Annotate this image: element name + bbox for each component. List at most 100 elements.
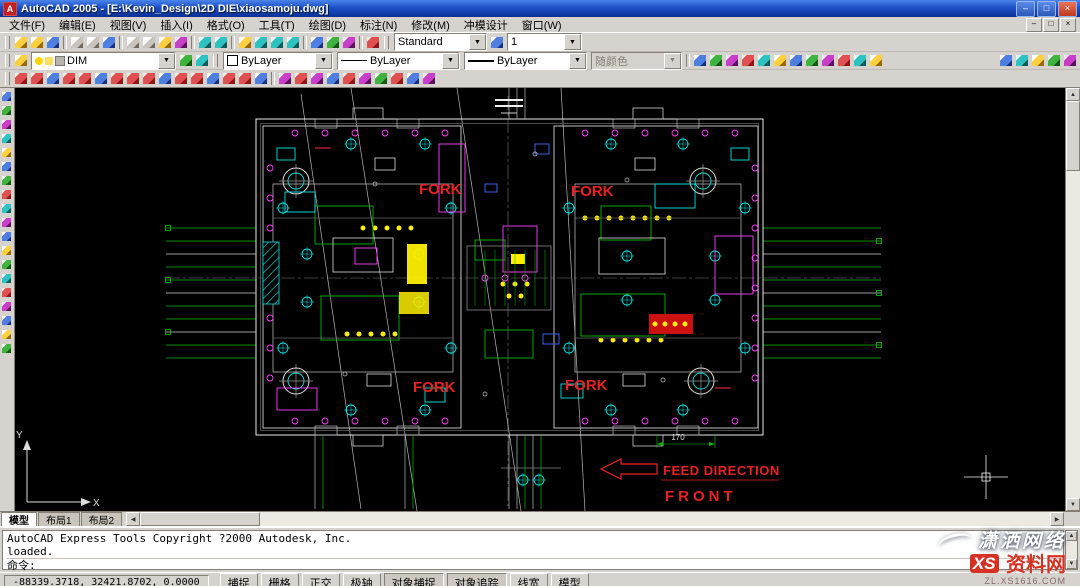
center-mark-icon[interactable] <box>189 71 205 86</box>
die-design-icon[interactable] <box>421 71 437 86</box>
toolbar-icon[interactable] <box>692 53 708 68</box>
die-design-icon[interactable] <box>293 71 309 86</box>
open-icon[interactable] <box>29 35 45 50</box>
die-design-icon[interactable] <box>309 71 325 86</box>
menu-format[interactable]: 格式(O) <box>200 17 252 33</box>
table-icon[interactable] <box>0 314 13 327</box>
zoom-realtime-icon[interactable] <box>253 35 269 50</box>
toolbar-icon[interactable] <box>756 53 772 68</box>
scroll-down-icon[interactable]: ▼ <box>1066 498 1080 511</box>
cut-icon[interactable] <box>125 35 141 50</box>
ellipse-arc-icon[interactable] <box>0 230 13 243</box>
dimension-update-icon[interactable] <box>237 71 253 86</box>
publish-icon[interactable] <box>101 35 117 50</box>
toolbar-grip[interactable] <box>5 54 10 67</box>
die-design-icon[interactable] <box>277 71 293 86</box>
spline-icon[interactable] <box>0 202 13 215</box>
help-icon[interactable] <box>365 35 381 50</box>
viewport-scale-combo[interactable]: 1 ▼ <box>507 33 582 51</box>
toolbar-icon[interactable] <box>788 53 804 68</box>
insert-block-icon[interactable] <box>0 244 13 257</box>
radius-dimension-icon[interactable] <box>61 71 77 86</box>
scroll-up-icon[interactable]: ▲ <box>1066 88 1080 101</box>
horizontal-scroll-thumb[interactable] <box>140 512 260 526</box>
text-style-combo[interactable]: Standard ▼ <box>394 33 487 51</box>
command-prompt[interactable]: 命令: <box>7 558 1059 572</box>
tab-layout2[interactable]: 布局2 <box>81 512 123 526</box>
die-design-icon[interactable] <box>373 71 389 86</box>
toolbar-icon[interactable] <box>772 53 788 68</box>
new-icon[interactable] <box>13 35 29 50</box>
hatch-icon[interactable] <box>0 286 13 299</box>
model-space-toggle[interactable]: 模型 <box>551 573 589 586</box>
match-properties-icon[interactable] <box>173 35 189 50</box>
die-design-icon[interactable] <box>389 71 405 86</box>
copy-icon[interactable] <box>141 35 157 50</box>
drawing-area[interactable]: 170 FORK FORK FORK FORK FEED DIRECTION F… <box>15 88 1065 511</box>
polyline-icon[interactable] <box>0 118 13 131</box>
toolbar-icon[interactable] <box>1046 53 1062 68</box>
die-design-icon[interactable] <box>325 71 341 86</box>
linear-dimension-icon[interactable] <box>13 71 29 86</box>
chevron-down-icon[interactable]: ▼ <box>315 53 332 69</box>
tool-palettes-icon[interactable] <box>341 35 357 50</box>
toolbar-icon[interactable] <box>1014 53 1030 68</box>
horizontal-scroll-track[interactable] <box>260 512 1050 526</box>
layer-properties-manager-icon[interactable] <box>13 53 29 68</box>
chevron-down-icon[interactable]: ▼ <box>664 53 681 69</box>
rectangle-icon[interactable] <box>0 146 13 159</box>
close-button[interactable]: × <box>1058 1 1077 17</box>
otrack-toggle[interactable]: 对象追踪 <box>447 573 507 586</box>
dimension-text-edit-icon[interactable] <box>221 71 237 86</box>
baseline-dimension-icon[interactable] <box>125 71 141 86</box>
quick-leader-icon[interactable] <box>157 71 173 86</box>
scroll-right-icon[interactable]: ▶ <box>1050 512 1064 526</box>
menu-edit[interactable]: 编辑(E) <box>52 17 103 33</box>
plot-style-combo[interactable]: 随颜色 ▼ <box>591 52 682 70</box>
chevron-down-icon[interactable]: ▼ <box>158 53 175 69</box>
toolbar-icon[interactable] <box>836 53 852 68</box>
mdi-minimize-button[interactable]: – <box>1026 18 1042 32</box>
point-icon[interactable] <box>0 272 13 285</box>
make-object-layer-current-icon[interactable] <box>178 53 194 68</box>
toolbar-grip[interactable] <box>213 54 218 67</box>
paste-icon[interactable] <box>157 35 173 50</box>
redo-icon[interactable] <box>213 35 229 50</box>
die-design-icon[interactable] <box>341 71 357 86</box>
diameter-dimension-icon[interactable] <box>77 71 93 86</box>
color-combo[interactable]: ByLayer ▼ <box>223 52 333 70</box>
snap-toggle[interactable]: 捕捉 <box>220 573 258 586</box>
designcenter-icon[interactable] <box>325 35 341 50</box>
ellipse-icon[interactable] <box>0 216 13 229</box>
die-design-icon[interactable] <box>405 71 421 86</box>
circle-icon[interactable] <box>0 174 13 187</box>
plot-preview-icon[interactable] <box>85 35 101 50</box>
menu-insert[interactable]: 插入(I) <box>153 17 199 33</box>
scroll-up-icon[interactable]: ▲ <box>1066 531 1077 541</box>
command-text-area[interactable]: AutoCAD Express Tools Copyright ?2000 Au… <box>2 530 1064 570</box>
make-block-icon[interactable] <box>0 258 13 271</box>
vertical-scrollbar[interactable]: ▲ ▼ <box>1065 88 1080 511</box>
arc-icon[interactable] <box>0 160 13 173</box>
zoom-window-icon[interactable] <box>269 35 285 50</box>
construction-line-icon[interactable] <box>0 104 13 117</box>
menu-modify[interactable]: 修改(M) <box>404 17 457 33</box>
angular-dimension-icon[interactable] <box>93 71 109 86</box>
toolbar-grip[interactable] <box>5 36 10 49</box>
quick-dimension-icon[interactable] <box>109 71 125 86</box>
mdi-close-button[interactable]: × <box>1060 18 1076 32</box>
polar-toggle[interactable]: 极轴 <box>343 573 381 586</box>
scroll-left-icon[interactable]: ◀ <box>126 512 140 526</box>
continue-dimension-icon[interactable] <box>141 71 157 86</box>
toolbar-icon[interactable] <box>868 53 884 68</box>
menu-die-design[interactable]: 冲模设计 <box>457 17 515 33</box>
autocad-app-icon[interactable]: A <box>3 2 17 16</box>
toolbar-icon[interactable] <box>1062 53 1078 68</box>
toolbar-grip[interactable] <box>384 36 389 49</box>
save-icon[interactable] <box>45 35 61 50</box>
grid-toggle[interactable]: 栅格 <box>261 573 299 586</box>
toolbar-icon[interactable] <box>804 53 820 68</box>
properties-icon[interactable] <box>309 35 325 50</box>
revision-cloud-icon[interactable] <box>0 188 13 201</box>
toolbar-grip[interactable] <box>5 72 10 85</box>
